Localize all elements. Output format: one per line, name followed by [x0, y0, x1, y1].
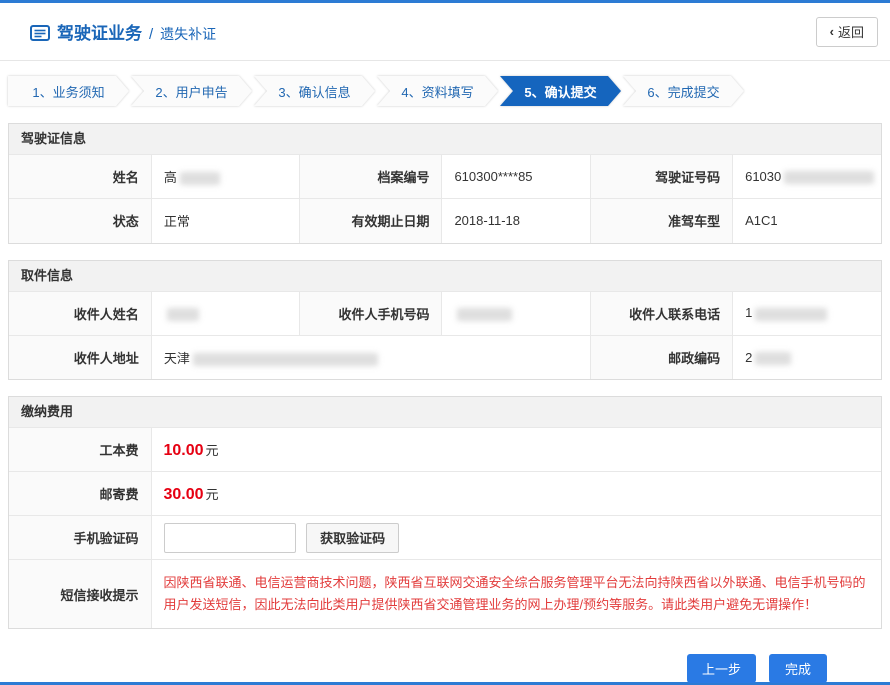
- back-button[interactable]: ‹ 返回: [816, 17, 878, 47]
- recipient-address-value-text: 天津: [164, 351, 190, 366]
- get-code-button[interactable]: 获取验证码: [306, 523, 399, 553]
- license-number-label: 驾驶证号码: [590, 155, 732, 199]
- table-row: 短信接收提示 因陕西省联通、电信运营商技术问题，陕西省互联网交通安全综合服务管理…: [9, 560, 881, 629]
- license-number-value-text: 61030: [745, 169, 781, 184]
- step-4-fill-data[interactable]: 4、资料填写: [377, 76, 498, 106]
- sms-code-input[interactable]: [164, 523, 296, 553]
- redacted-value: [167, 308, 199, 321]
- license-business-icon: [30, 25, 50, 46]
- payment-section: 缴纳费用 工本费 10.00元 邮寄费 30.00元 手机验证码: [8, 396, 882, 629]
- cost-fee-value: 10.00元: [151, 428, 881, 472]
- vehicle-type-label: 准驾车型: [590, 199, 732, 243]
- name-value-text: 高: [164, 170, 177, 185]
- table-row: 收件人姓名 收件人手机号码 收件人联系电话 1: [9, 291, 881, 335]
- step-6-complete-submit[interactable]: 6、完成提交: [623, 76, 744, 106]
- step-label: 1、业务须知: [32, 82, 104, 101]
- back-button-label: 返回: [838, 22, 864, 41]
- table-row: 收件人地址 天津 邮政编码 2: [9, 335, 881, 379]
- sms-code-cell: 获取验证码: [151, 516, 881, 560]
- step-label: 2、用户申告: [155, 82, 227, 101]
- sms-notice-text: 因陕西省联通、电信运营商技术问题，陕西省互联网交通安全综合服务管理平台无法向持陕…: [164, 572, 870, 616]
- redacted-value: [755, 308, 827, 321]
- license-info-table: 姓名 高 档案编号 610300****85 驾驶证号码 61030 状态 正常…: [9, 154, 881, 243]
- redacted-value: [784, 171, 874, 184]
- recipient-mobile-value: [442, 291, 590, 335]
- postage-fee-value: 30.00元: [151, 472, 881, 516]
- finish-button[interactable]: 完成: [769, 654, 827, 683]
- step-navigation: 1、业务须知 2、用户申告 3、确认信息 4、资料填写 5、确认提交 6、完成提…: [8, 76, 882, 106]
- status-label: 状态: [9, 199, 151, 243]
- postage-fee-unit: 元: [206, 487, 219, 502]
- cost-fee-unit: 元: [206, 443, 219, 458]
- redacted-value: [755, 352, 791, 365]
- name-label: 姓名: [9, 155, 151, 199]
- step-label: 4、资料填写: [401, 82, 473, 101]
- license-info-section: 驾驶证信息 姓名 高 档案编号 610300****85 驾驶证号码 61030…: [8, 123, 882, 244]
- recipient-address-value: 天津: [151, 335, 590, 379]
- cost-fee-label: 工本费: [9, 428, 151, 472]
- redacted-value: [457, 308, 512, 321]
- status-value: 正常: [151, 199, 299, 243]
- table-row: 邮寄费 30.00元: [9, 472, 881, 516]
- cost-fee-amount: 10.00: [164, 442, 204, 459]
- bottom-actions: 上一步 完成: [0, 645, 890, 683]
- postal-code-value: 2: [733, 335, 881, 379]
- recipient-phone-label: 收件人联系电话: [590, 291, 732, 335]
- recipient-phone-value-text: 1: [745, 305, 752, 320]
- sms-notice-label: 短信接收提示: [9, 560, 151, 629]
- step-3-confirm-info[interactable]: 3、确认信息: [254, 76, 375, 106]
- chevron-left-icon: ‹: [830, 24, 834, 39]
- postage-fee-amount: 30.00: [164, 486, 204, 503]
- recipient-mobile-label: 收件人手机号码: [300, 291, 442, 335]
- name-value: 高: [151, 155, 299, 199]
- recipient-name-value: [151, 291, 299, 335]
- payment-table: 工本费 10.00元 邮寄费 30.00元 手机验证码 获取验证码 短信接收提: [9, 427, 881, 628]
- page-title-primary: 驾驶证业务: [57, 19, 142, 44]
- page-title: 驾驶证业务 / 遗失补证: [30, 19, 216, 44]
- step-label: 6、完成提交: [647, 82, 719, 101]
- step-1-business-notice[interactable]: 1、业务须知: [8, 76, 129, 106]
- sms-notice-cell: 因陕西省联通、电信运营商技术问题，陕西省互联网交通安全综合服务管理平台无法向持陕…: [151, 560, 881, 629]
- recipient-name-label: 收件人姓名: [9, 291, 151, 335]
- table-row: 手机验证码 获取验证码: [9, 516, 881, 560]
- recipient-phone-value: 1: [733, 291, 881, 335]
- file-number-label: 档案编号: [300, 155, 442, 199]
- pickup-info-section: 取件信息 收件人姓名 收件人手机号码 收件人联系电话 1 收件人地: [8, 260, 882, 381]
- topbar: 驾驶证业务 / 遗失补证 ‹ 返回: [0, 3, 890, 61]
- page-title-separator: /: [149, 26, 153, 43]
- table-row: 状态 正常 有效期止日期 2018-11-18 准驾车型 A1C1: [9, 199, 881, 243]
- file-number-value: 610300****85: [442, 155, 590, 199]
- expiry-value: 2018-11-18: [442, 199, 590, 243]
- page-title-secondary: 遗失补证: [160, 24, 216, 44]
- postage-fee-label: 邮寄费: [9, 472, 151, 516]
- postal-code-value-text: 2: [745, 350, 752, 365]
- recipient-address-label: 收件人地址: [9, 335, 151, 379]
- pickup-info-table: 收件人姓名 收件人手机号码 收件人联系电话 1 收件人地址 天津 邮政编码: [9, 291, 881, 380]
- license-number-value: 61030: [733, 155, 881, 199]
- redacted-value: [180, 172, 220, 185]
- expiry-label: 有效期止日期: [300, 199, 442, 243]
- postal-code-label: 邮政编码: [590, 335, 732, 379]
- step-2-user-declaration[interactable]: 2、用户申告: [131, 76, 252, 106]
- sms-code-label: 手机验证码: [9, 516, 151, 560]
- vehicle-type-value: A1C1: [733, 199, 881, 243]
- step-5-confirm-submit[interactable]: 5、确认提交: [500, 76, 621, 106]
- previous-step-button[interactable]: 上一步: [687, 654, 756, 683]
- payment-section-title: 缴纳费用: [9, 397, 881, 427]
- step-label: 5、确认提交: [524, 82, 596, 101]
- table-row: 姓名 高 档案编号 610300****85 驾驶证号码 61030: [9, 155, 881, 199]
- table-row: 工本费 10.00元: [9, 428, 881, 472]
- page: 驾驶证业务 / 遗失补证 ‹ 返回 1、业务须知 2、用户申告 3、确认信息 4…: [0, 0, 890, 685]
- redacted-value: [193, 353, 378, 366]
- step-label: 3、确认信息: [278, 82, 350, 101]
- license-info-section-title: 驾驶证信息: [9, 124, 881, 154]
- pickup-info-section-title: 取件信息: [9, 261, 881, 291]
